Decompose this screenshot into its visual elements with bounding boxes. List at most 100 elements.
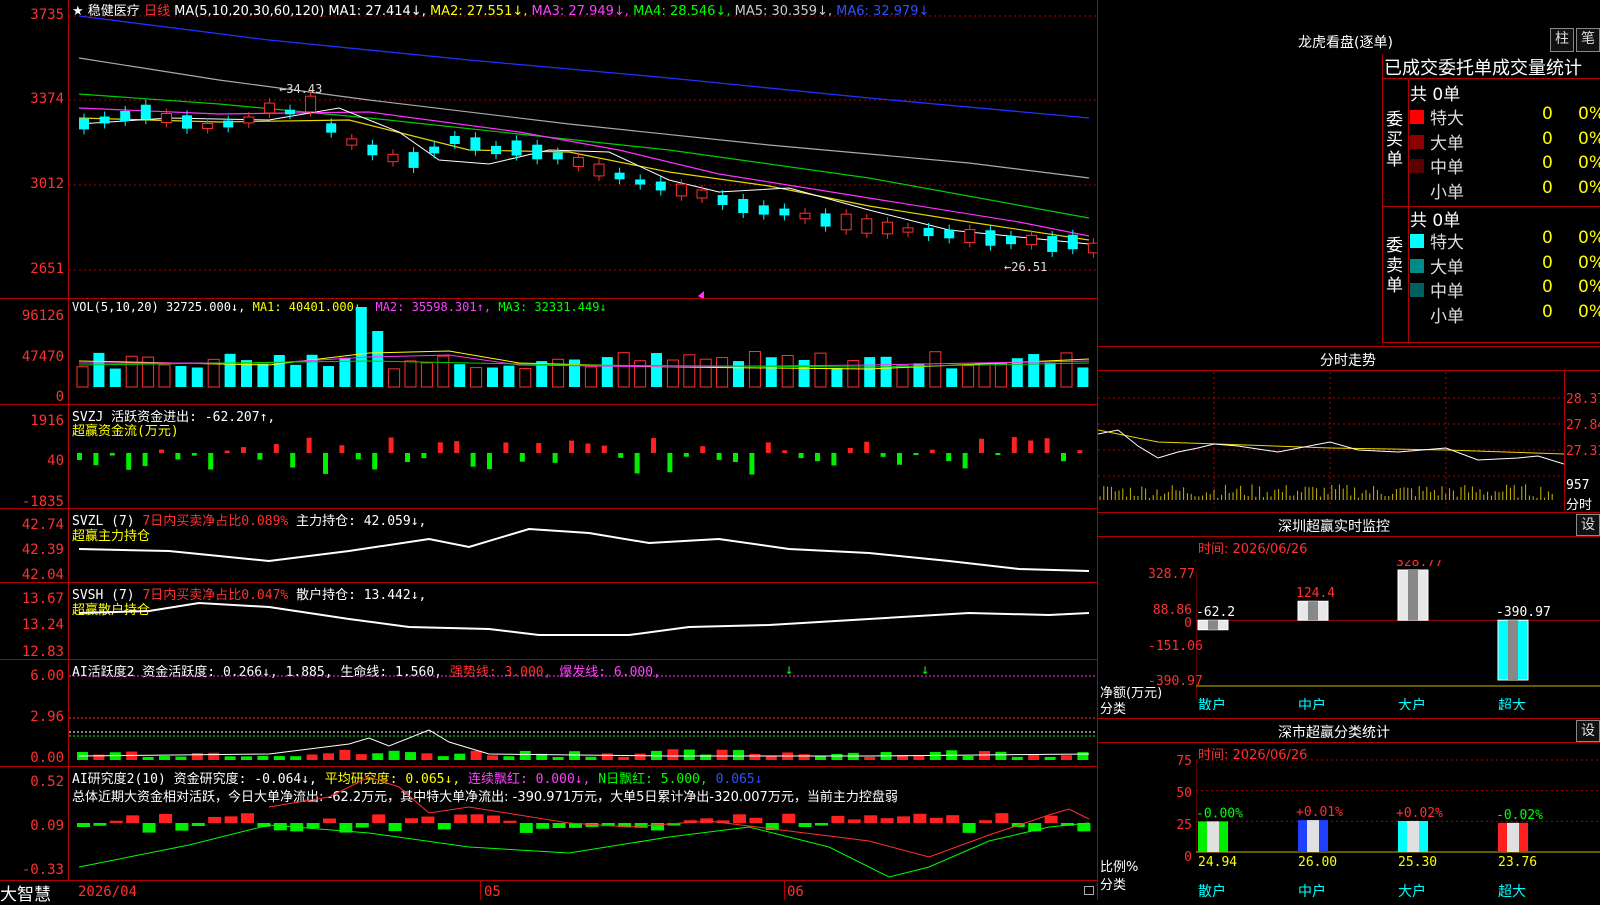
candle-down <box>738 198 749 214</box>
candle-down <box>99 116 110 124</box>
candle-up <box>675 183 687 197</box>
candle-down <box>182 115 192 129</box>
svsh-line-svg[interactable] <box>69 583 1097 659</box>
flow-bar <box>913 453 919 456</box>
candle-down <box>758 205 769 215</box>
sz-class-settings-button[interactable]: 设 <box>1576 720 1600 742</box>
volume-bar <box>290 364 302 387</box>
svzj-bars-svg[interactable] <box>69 405 1097 508</box>
class-bar <box>1498 822 1528 852</box>
monitor-bar-label: -62.2 <box>1196 605 1235 620</box>
svsh-tick: 13.67 <box>21 591 64 607</box>
activity-bar <box>372 753 384 760</box>
candle-up <box>160 113 172 123</box>
volume-bar <box>748 350 761 388</box>
volume-bar <box>487 367 498 387</box>
sz-monitor-chart[interactable]: -62.2 散户 124.4 中户 328.77 大户 -390.97 超大 <box>1196 560 1600 710</box>
monitor-bar-shade <box>1408 570 1418 621</box>
candle-up <box>305 95 317 113</box>
activity-bar <box>683 749 695 760</box>
activity-bar <box>552 756 564 760</box>
class-change-label: +0.02% <box>1396 806 1443 821</box>
tick-mode-button[interactable]: 笔 <box>1576 28 1600 52</box>
order-count: 0 <box>1542 277 1553 297</box>
order-count: 0 <box>1542 104 1553 124</box>
research-bar <box>864 815 878 823</box>
activity-bar <box>273 756 285 760</box>
monitor-bar <box>1197 619 1229 631</box>
volume-bar <box>76 366 89 388</box>
svzl-line-svg[interactable] <box>69 509 1097 582</box>
brand-logo[interactable]: 大智慧 <box>0 880 51 905</box>
sz-monitor-settings-button[interactable]: 设 <box>1576 514 1600 536</box>
vol-tick: 47470 <box>21 349 64 365</box>
research-bar <box>93 823 107 826</box>
volume-bar <box>962 365 975 388</box>
candle-down <box>944 229 955 239</box>
activity-bar <box>405 752 416 760</box>
price-candles-svg[interactable]: ←34.43 ←26.51 <box>69 0 1097 298</box>
monitor-bar <box>1497 619 1529 681</box>
ai1-svg[interactable]: ↓ ↓ <box>69 660 1097 766</box>
activity-bar <box>159 756 170 760</box>
monitor-bar-shade <box>1308 601 1318 621</box>
flow-bar <box>1044 438 1050 453</box>
volume-bars-svg[interactable] <box>69 299 1097 404</box>
flow-bar <box>437 442 443 453</box>
research-bar <box>782 813 796 823</box>
order-percent: 0% <box>1578 153 1600 173</box>
lock-icon[interactable] <box>1084 886 1094 895</box>
activity-bar <box>355 754 367 760</box>
class-category-label: 中户 <box>1298 883 1326 900</box>
flow-bar <box>962 453 968 469</box>
activity-bar <box>995 751 1007 760</box>
volume-bar <box>569 359 580 387</box>
activity-bar <box>470 750 482 760</box>
research-bar <box>913 813 927 823</box>
candle-up <box>1087 242 1097 254</box>
flow-bar <box>946 453 952 462</box>
candle-down <box>449 136 460 144</box>
activity-bar <box>667 749 679 760</box>
sz-class-tick: 0 <box>1184 850 1192 865</box>
activity-bar <box>585 756 597 760</box>
candle-down <box>511 140 522 156</box>
order-percent: 0% <box>1578 104 1600 124</box>
flow-bar <box>749 453 755 475</box>
fenshi-svg[interactable] <box>1098 372 1564 508</box>
ai2-tick: 0.09 <box>30 818 64 834</box>
class-bar <box>1398 820 1428 852</box>
flow-bar <box>273 444 279 453</box>
color-swatch <box>1410 283 1424 297</box>
candle-up <box>202 123 214 129</box>
research-bar <box>388 823 402 832</box>
ai2-svg[interactable] <box>69 767 1097 880</box>
class-category-label: 超大 <box>1498 884 1526 900</box>
volume-bar <box>929 351 942 388</box>
sz-class-chart[interactable]: -0.00% 24.94 散户 +0.01% 26.00 中户 +0.02% 25.30 大户 -… <box>1196 752 1600 900</box>
candle-up <box>861 218 873 234</box>
activity-bar <box>618 756 630 760</box>
activity-bar <box>503 756 515 760</box>
volume-bar <box>388 368 401 388</box>
volume-bar <box>831 368 843 387</box>
activity-bar <box>831 753 843 760</box>
candle-down <box>120 110 131 122</box>
activity-bar <box>1011 756 1023 760</box>
svsh-tick: 13.24 <box>21 617 64 633</box>
bar-mode-button[interactable]: 柱 <box>1550 28 1574 52</box>
volume-bar <box>339 357 351 387</box>
volume-bar <box>454 364 466 387</box>
order-stat-row: 中单 0 0% <box>1408 277 1600 302</box>
lhb-tabs[interactable]: 已成交委托单成交量统计 <box>1384 54 1582 80</box>
candle-down <box>79 118 89 130</box>
flow-bar <box>77 453 82 461</box>
order-percent: 0% <box>1578 252 1600 273</box>
main-chart-area[interactable]: ★ 稳健医疗 日线 MA(5,10,20,30,60,120) MA1: 27.… <box>0 0 1098 905</box>
class-bar-shade <box>1507 822 1519 852</box>
class-value-label: 24.94 <box>1198 855 1237 870</box>
color-swatch <box>1410 159 1424 173</box>
research-bar <box>503 820 517 823</box>
activity-bar <box>1061 755 1072 760</box>
volume-bar <box>617 352 630 388</box>
